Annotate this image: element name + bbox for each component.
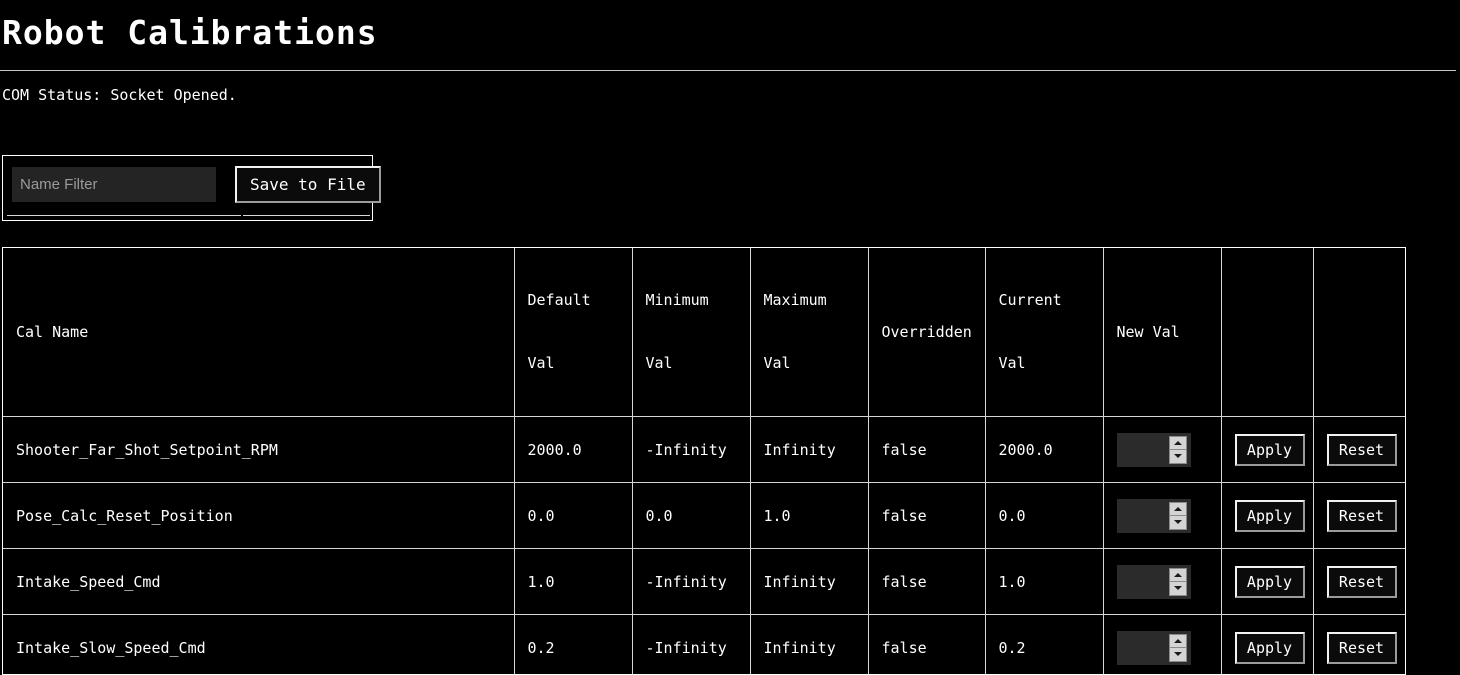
cell-minimum-val: -Infinity <box>632 548 751 615</box>
filter-panel-divider-right <box>243 215 370 216</box>
spinner-down-icon[interactable] <box>1170 648 1186 661</box>
cell-cal-name: Shooter_Far_Shot_Setpoint_RPM <box>3 416 515 483</box>
spinner-up-icon[interactable] <box>1169 437 1186 450</box>
cell-reset: Reset <box>1313 416 1405 483</box>
cell-overridden: false <box>868 614 986 674</box>
cell-overridden: false <box>868 482 986 549</box>
app-root: Robot Calibrations COM Status: Socket Op… <box>0 0 1460 675</box>
cell-minimum-val: -Infinity <box>632 416 751 483</box>
reset-button[interactable]: Reset <box>1326 499 1397 532</box>
cell-default-val: 0.0 <box>514 482 633 549</box>
table-row: Pose_Calc_Reset_Position 0.0 0.0 1.0 false 0.… <box>3 482 1405 549</box>
spinner-buttons <box>1168 567 1187 596</box>
apply-button[interactable]: Apply <box>1234 631 1305 664</box>
column-header-minimum-val-line2: Val <box>645 354 673 372</box>
table-body: Shooter_Far_Shot_Setpoint_RPM 2000.0 -Infi… <box>3 416 1405 674</box>
column-header-cal-name[interactable]: Cal Name <box>3 248 515 417</box>
cell-apply: Apply <box>1221 548 1314 615</box>
cell-new-val <box>1103 416 1222 483</box>
cell-new-val <box>1103 482 1222 549</box>
column-header-overridden[interactable]: Overridden <box>868 248 986 417</box>
column-header-cal-name-label: Cal Name <box>16 322 89 341</box>
spinner-buttons <box>1168 633 1187 662</box>
cell-apply: Apply <box>1221 416 1314 483</box>
calibrations-table: Cal Name Default Val Minimum Val Maximum… <box>3 248 1405 674</box>
reset-button[interactable]: Reset <box>1326 631 1397 664</box>
cell-cal-name: Pose_Calc_Reset_Position <box>3 482 515 549</box>
cell-reset: Reset <box>1313 548 1405 615</box>
column-header-apply <box>1221 248 1314 417</box>
table-header: Cal Name Default Val Minimum Val Maximum… <box>3 248 1405 417</box>
filter-panel-divider-left <box>7 215 241 216</box>
cell-maximum-val: 1.0 <box>750 482 869 549</box>
table-row: Shooter_Far_Shot_Setpoint_RPM 2000.0 -Infi… <box>3 416 1405 483</box>
cell-maximum-val: Infinity <box>750 416 869 483</box>
table-row: Intake_Slow_Speed_Cmd 0.2 -Infinity Infinit… <box>3 614 1405 674</box>
cell-current-val: 2000.0 <box>985 416 1104 483</box>
cell-current-val: 0.2 <box>985 614 1104 674</box>
table-row: Intake_Speed_Cmd 1.0 -Infinity Infinity fals… <box>3 548 1405 615</box>
cell-cal-name: Intake_Speed_Cmd <box>3 548 515 615</box>
column-header-current-val-line2: Val <box>998 354 1026 372</box>
apply-button[interactable]: Apply <box>1234 565 1305 598</box>
column-header-minimum-val-line1: Minimum <box>645 291 709 309</box>
filter-row: Save to File <box>3 156 381 212</box>
cell-new-val <box>1103 548 1222 615</box>
new-val-spinner[interactable] <box>1116 432 1191 467</box>
spinner-buttons <box>1168 501 1187 530</box>
cell-new-val <box>1103 614 1222 674</box>
cell-minimum-val: 0.0 <box>632 482 751 549</box>
column-header-maximum-val[interactable]: Maximum Val <box>750 248 869 417</box>
save-to-file-button[interactable]: Save to File <box>235 165 381 203</box>
column-header-overridden-label: Overridden <box>881 322 972 341</box>
calibrations-table-container: Cal Name Default Val Minimum Val Maximum… <box>2 247 1406 675</box>
cell-current-val: 0.0 <box>985 482 1104 549</box>
spinner-down-icon[interactable] <box>1170 450 1186 463</box>
column-header-default-val-line2: Val <box>527 354 555 372</box>
column-header-maximum-val-line2: Val <box>763 354 791 372</box>
spinner-down-icon[interactable] <box>1170 582 1186 595</box>
reset-button[interactable]: Reset <box>1326 565 1397 598</box>
cell-apply: Apply <box>1221 482 1314 549</box>
page-title: Robot Calibrations <box>2 13 378 52</box>
cell-overridden: false <box>868 416 986 483</box>
new-val-spinner[interactable] <box>1116 630 1191 665</box>
column-header-new-val-label: New Val <box>1116 322 1180 341</box>
filter-panel: Save to File <box>2 155 381 221</box>
cell-reset: Reset <box>1313 482 1405 549</box>
cell-maximum-val: Infinity <box>750 548 869 615</box>
cell-default-val: 2000.0 <box>514 416 633 483</box>
reset-button[interactable]: Reset <box>1326 433 1397 466</box>
column-header-current-val-line1: Current <box>998 291 1062 309</box>
column-header-maximum-val-line1: Maximum <box>763 291 827 309</box>
cell-default-val: 0.2 <box>514 614 633 674</box>
spinner-up-icon[interactable] <box>1169 569 1186 582</box>
spinner-up-icon[interactable] <box>1169 635 1186 648</box>
apply-button[interactable]: Apply <box>1234 433 1305 466</box>
new-val-spinner[interactable] <box>1116 498 1191 533</box>
com-status-text: COM Status: Socket Opened. <box>2 86 237 104</box>
new-val-spinner[interactable] <box>1116 564 1191 599</box>
cell-cal-name: Intake_Slow_Speed_Cmd <box>3 614 515 674</box>
column-header-default-val-line1: Default <box>527 291 591 309</box>
spinner-buttons <box>1168 435 1187 464</box>
cell-overridden: false <box>868 548 986 615</box>
apply-button[interactable]: Apply <box>1234 499 1305 532</box>
table-header-row: Cal Name Default Val Minimum Val Maximum… <box>3 248 1405 417</box>
cell-default-val: 1.0 <box>514 548 633 615</box>
spinner-down-icon[interactable] <box>1170 516 1186 529</box>
column-header-new-val[interactable]: New Val <box>1103 248 1222 417</box>
column-header-default-val[interactable]: Default Val <box>514 248 633 417</box>
column-header-minimum-val[interactable]: Minimum Val <box>632 248 751 417</box>
cell-minimum-val: -Infinity <box>632 614 751 674</box>
cell-maximum-val: Infinity <box>750 614 869 674</box>
cell-current-val: 1.0 <box>985 548 1104 615</box>
cell-apply: Apply <box>1221 614 1314 674</box>
name-filter-input[interactable] <box>12 166 216 202</box>
cell-reset: Reset <box>1313 614 1405 674</box>
spinner-up-icon[interactable] <box>1169 503 1186 516</box>
column-header-current-val[interactable]: Current Val <box>985 248 1104 417</box>
column-header-reset <box>1313 248 1405 417</box>
